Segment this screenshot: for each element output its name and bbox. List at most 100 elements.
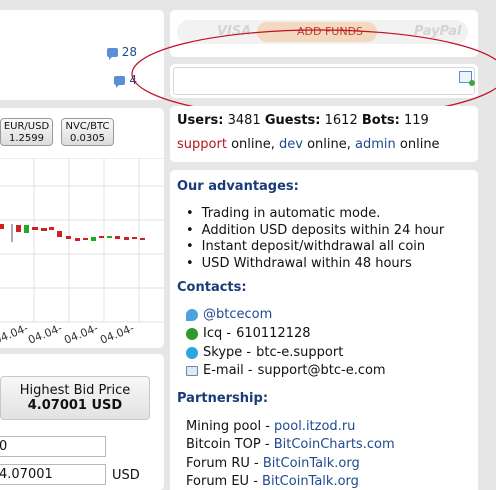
icq-label: Icq -	[203, 326, 232, 341]
partner-link[interactable]: pool.itzod.ru	[274, 419, 355, 434]
online-counts: Users: 3481 Guests: 1612 Bots: 119	[177, 113, 429, 128]
users-count: 3481	[227, 113, 261, 128]
partner-row: Bitcoin TOP - BitCoinCharts.com	[186, 437, 395, 452]
highest-bid-title: Highest Bid Price	[19, 383, 131, 398]
highest-bid-button[interactable]: Highest Bid Price 4.07001 USD	[0, 376, 150, 420]
guests-count: 1612	[324, 113, 358, 128]
candle	[0, 224, 4, 229]
email-address: support@btc-e.com	[257, 363, 386, 378]
add-funds-button[interactable]: VISA ADD FUNDS PayPal	[177, 20, 468, 44]
comment-count-2-value: 4	[129, 73, 137, 87]
partner-row: Forum RU - BitCoinTalk.org	[186, 456, 360, 471]
icq-number: 610112128	[236, 326, 311, 341]
contact-skype: Skype - btc-e.support	[186, 345, 343, 360]
ticker-nvc-btc[interactable]: NVC/BTC 0.0305	[61, 118, 114, 146]
ticker-pair: NVC/BTC	[65, 121, 110, 132]
candle	[107, 236, 112, 238]
candle	[66, 236, 71, 239]
bots-label: Bots:	[361, 113, 400, 128]
x-tick-label: 04.04-	[26, 321, 64, 346]
chat-window-icon[interactable]	[459, 71, 475, 86]
x-tick-label: 04.04-	[98, 321, 136, 346]
twitter-link[interactable]: @btcecom	[203, 307, 272, 322]
staff-online: support online, dev online, admin online	[177, 137, 440, 152]
advantage-item: Addition USD deposits within 24 hour	[186, 223, 445, 240]
staff-status: online,	[307, 137, 351, 152]
paypal-logo: PayPal	[414, 24, 462, 39]
partner-label: Forum RU -	[186, 456, 259, 471]
candle	[57, 231, 62, 237]
price-chart: 04.04- 04.04- 04.04- 04.04-	[0, 158, 164, 347]
partner-label: Mining pool -	[186, 419, 270, 434]
info-panel: Our advantages: Trading in automatic mod…	[170, 170, 478, 490]
partner-label: Bitcoin TOP -	[186, 437, 270, 452]
chart-panel: EUR/USD 1.2599 NVC/BTC 0.0305 04.04- 04.…	[0, 108, 164, 348]
amount-input[interactable]: 0	[0, 436, 106, 457]
ticker-pair: EUR/USD	[3, 121, 50, 132]
skype-id: btc-e.support	[256, 345, 344, 360]
advantages-list: Trading in automatic mode. Addition USD …	[186, 206, 445, 273]
forum-panel: 28 4	[0, 10, 164, 100]
sell-form-panel: Highest Bid Price 4.07001 USD 0 4.07001 …	[0, 354, 164, 490]
candle	[91, 237, 96, 241]
highest-bid-value: 4.07001 USD	[27, 398, 123, 413]
comment-count-1[interactable]: 28	[106, 45, 137, 60]
candle	[24, 225, 29, 233]
price-input[interactable]: 4.07001	[0, 464, 106, 485]
users-label: Users:	[177, 113, 224, 128]
partner-label: Forum EU -	[186, 474, 258, 489]
chat-input[interactable]	[173, 67, 475, 95]
online-panel: Users: 3481 Guests: 1612 Bots: 119 suppo…	[170, 106, 478, 162]
candle	[132, 237, 137, 239]
email-label: E-mail -	[203, 363, 253, 378]
comment-icon	[114, 75, 126, 88]
partnership-heading: Partnership:	[177, 391, 269, 406]
skype-icon	[186, 346, 198, 359]
icq-icon	[186, 327, 198, 340]
advantage-item: Trading in automatic mode.	[186, 206, 444, 223]
ticker-price: 0.0305	[70, 133, 105, 144]
contact-email: E-mail - support@btc-e.com	[186, 363, 386, 378]
staff-status: online	[399, 137, 440, 152]
contacts-heading: Contacts:	[177, 280, 247, 295]
candle	[140, 238, 145, 240]
candle	[115, 236, 120, 239]
partner-link[interactable]: BitCoinCharts.com	[274, 437, 395, 452]
candle	[99, 236, 104, 238]
guests-label: Guests:	[264, 113, 321, 128]
staff-status: online,	[231, 137, 275, 152]
advantage-item: Instant deposit/withdrawal all coin	[186, 239, 444, 256]
staff-dev-link[interactable]: dev	[279, 137, 303, 152]
candle	[75, 238, 80, 241]
partner-row: Mining pool - pool.itzod.ru	[186, 419, 355, 434]
partner-link[interactable]: BitCoinTalk.org	[263, 456, 360, 471]
candle	[49, 227, 54, 230]
candle	[16, 225, 21, 232]
advantages-heading: Our advantages:	[177, 179, 299, 194]
visa-logo: VISA	[217, 24, 252, 39]
contact-twitter: @btcecom	[186, 307, 272, 322]
chat-panel	[170, 64, 478, 98]
mail-icon	[186, 365, 198, 376]
partner-row: Forum EU - BitCoinTalk.org	[186, 474, 359, 489]
chart-gridlines	[0, 158, 164, 323]
contact-icq: Icq - 610112128	[186, 326, 311, 341]
bots-count: 119	[404, 113, 429, 128]
candle	[41, 228, 47, 231]
skype-label: Skype -	[203, 345, 252, 360]
candles	[0, 224, 145, 242]
partner-link[interactable]: BitCoinTalk.org	[262, 474, 359, 489]
advantage-item: USD Withdrawal within 48 hours	[186, 256, 444, 273]
candle	[124, 237, 129, 240]
comment-icon	[106, 47, 118, 60]
candle	[32, 227, 38, 230]
comment-count-1-value: 28	[121, 45, 137, 59]
price-currency: USD	[112, 468, 140, 483]
add-funds-label: ADD FUNDS	[297, 25, 364, 38]
staff-support-link[interactable]: support	[177, 137, 227, 152]
x-tick-label: 04.04-	[62, 321, 100, 346]
twitter-icon	[186, 308, 198, 321]
ticker-eur-usd[interactable]: EUR/USD 1.2599	[0, 118, 53, 146]
comment-count-2[interactable]: 4	[114, 73, 137, 88]
staff-admin-link[interactable]: admin	[355, 137, 396, 152]
